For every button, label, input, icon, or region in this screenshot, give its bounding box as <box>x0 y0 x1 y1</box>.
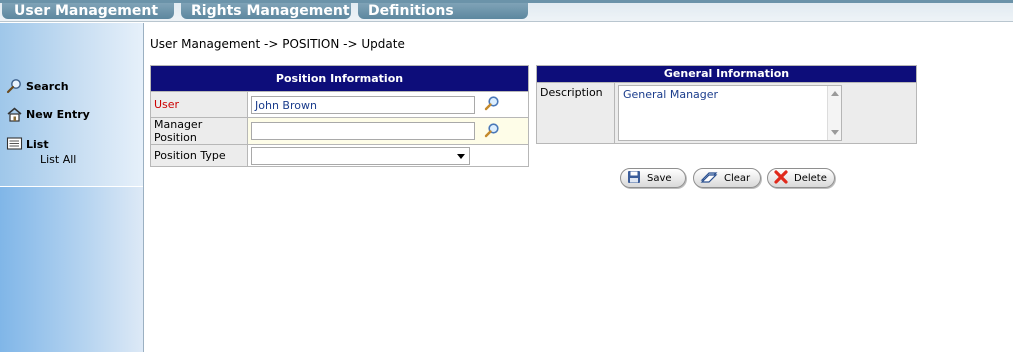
magnifier-icon[interactable] <box>484 122 500 141</box>
tab-user-management[interactable]: User Management <box>2 3 174 19</box>
manager-position-label: Manager Position <box>150 117 248 145</box>
textarea-scrollbar[interactable] <box>827 86 841 140</box>
magnifier-icon[interactable] <box>484 95 500 114</box>
save-label: Save <box>647 172 672 184</box>
general-information-panel: General Information Description General … <box>536 65 917 144</box>
user-field[interactable]: John Brown <box>251 95 475 114</box>
search-icon <box>6 78 23 95</box>
description-textarea[interactable]: General Manager <box>618 85 842 141</box>
sidebar-item-new-entry[interactable]: New Entry <box>6 106 90 123</box>
user-cell: John Brown <box>247 91 529 118</box>
sidebar-item-label: New Entry <box>26 108 90 121</box>
sidebar-lower-panel <box>0 186 143 352</box>
delete-label: Delete <box>794 172 827 184</box>
sidebar-item-list-all[interactable]: List All <box>40 153 76 166</box>
top-tab-bar: User Management Rights Management Defini… <box>0 0 1013 22</box>
tab-definitions[interactable]: Definitions <box>358 3 528 19</box>
panel-title: Position Information <box>150 65 529 92</box>
manager-position-cell <box>247 117 529 145</box>
position-type-label: Position Type <box>150 144 248 167</box>
clear-icon <box>700 170 718 187</box>
clear-label: Clear <box>724 172 751 184</box>
save-disk-icon <box>627 170 641 187</box>
clear-button[interactable]: Clear <box>693 168 761 188</box>
sidebar-item-list[interactable]: List <box>6 136 49 153</box>
description-cell: General Manager <box>614 82 917 144</box>
position-type-select[interactable] <box>251 146 470 165</box>
manager-position-field[interactable] <box>251 122 475 140</box>
save-button[interactable]: Save <box>620 168 686 188</box>
position-type-cell <box>247 144 529 167</box>
scroll-up-icon[interactable] <box>831 91 839 96</box>
panel-title: General Information <box>536 65 917 83</box>
chevron-down-icon <box>457 153 465 159</box>
sidebar-item-label: List <box>26 138 49 151</box>
sidebar: Search New Entry List List All <box>0 23 144 352</box>
delete-x-icon <box>774 169 788 187</box>
sidebar-item-label: Search <box>26 80 69 93</box>
delete-button[interactable]: Delete <box>767 168 835 188</box>
list-icon <box>6 136 23 153</box>
description-text: General Manager <box>623 88 719 101</box>
tab-rights-management[interactable]: Rights Management <box>181 3 351 19</box>
user-label: User <box>150 91 248 118</box>
scroll-down-icon[interactable] <box>831 130 839 135</box>
position-information-panel: Position Information User John Brown Man… <box>150 65 529 167</box>
description-label: Description <box>536 82 615 144</box>
breadcrumb: User Management -> POSITION -> Update <box>150 37 405 51</box>
home-icon <box>6 106 23 123</box>
sidebar-item-search[interactable]: Search <box>6 78 69 95</box>
